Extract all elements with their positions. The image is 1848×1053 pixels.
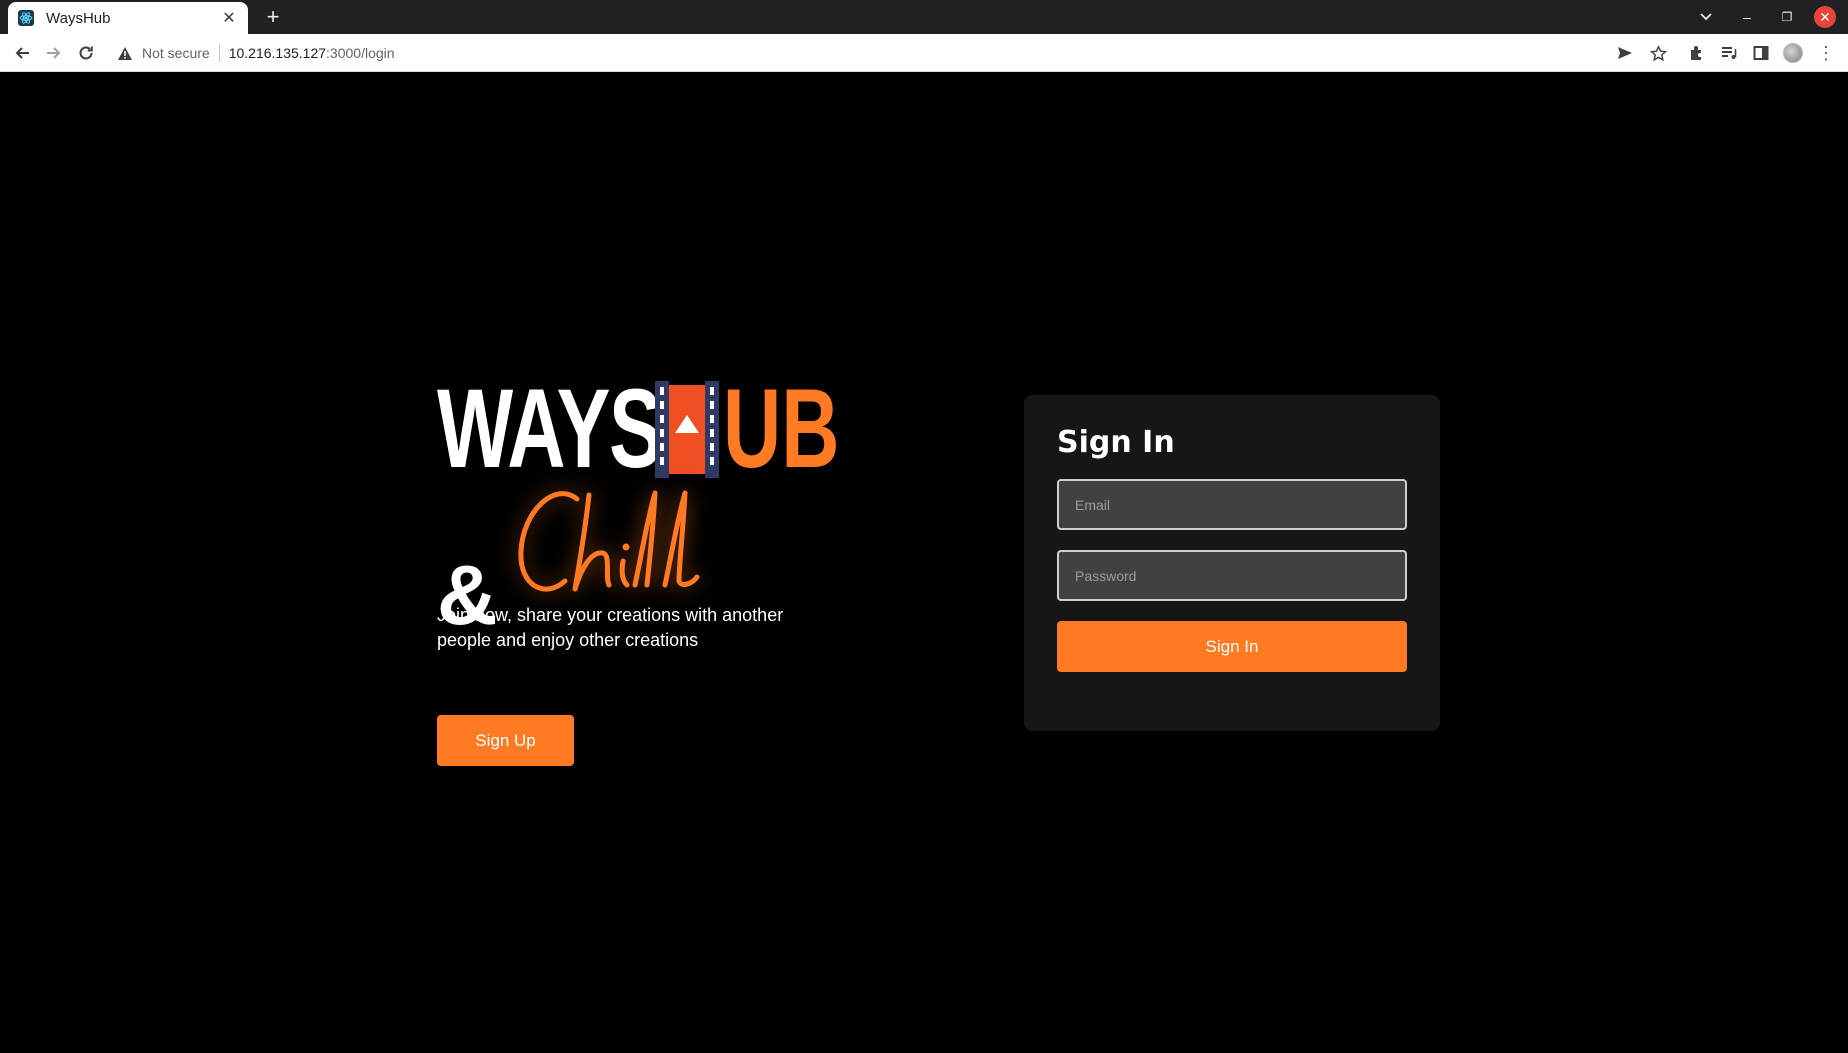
password-input[interactable] <box>1057 550 1407 601</box>
reload-icon[interactable] <box>72 40 100 66</box>
window-restore-icon[interactable]: ❐ <box>1773 0 1801 34</box>
side-panel-icon[interactable] <box>1747 40 1775 66</box>
extensions-puzzle-icon[interactable] <box>1683 40 1711 66</box>
tab-search-chevron-icon[interactable] <box>1692 0 1720 34</box>
email-input[interactable] <box>1057 479 1407 530</box>
bookmark-star-icon[interactable] <box>1644 40 1672 66</box>
omnibox-divider <box>218 44 220 62</box>
logo-word-ways: WAYS <box>437 366 663 491</box>
sign-up-button[interactable]: Sign Up <box>437 715 574 766</box>
back-arrow-icon[interactable] <box>8 40 36 66</box>
address-bar[interactable]: Not secure 10.216.135.127 :3000/login <box>108 38 1638 68</box>
sign-in-title: Sign In <box>1057 425 1175 460</box>
film-play-icon <box>655 381 719 478</box>
browser-menu-icon[interactable]: ⋮ <box>1812 40 1840 66</box>
login-page: WAYS UB & Join now, share your creations <box>0 73 1848 1053</box>
window-minimize-icon[interactable]: – <box>1733 0 1761 34</box>
sign-in-button[interactable]: Sign In <box>1057 621 1407 672</box>
react-favicon-icon <box>18 10 34 26</box>
url-host: 10.216.135.127 <box>228 45 327 61</box>
warning-triangle-icon <box>116 44 134 62</box>
browser-tab[interactable]: WaysHub ✕ <box>8 2 248 34</box>
tab-close-icon[interactable]: ✕ <box>220 8 238 28</box>
send-share-icon[interactable] <box>1611 40 1639 66</box>
window-close-icon[interactable]: ✕ <box>1812 0 1838 34</box>
logo-word-ub: UB <box>723 366 840 491</box>
url-path: :3000/login <box>326 45 395 61</box>
browser-tab-bar: WaysHub ✕ + – ❐ ✕ <box>0 0 1848 34</box>
sign-in-card: Sign In Sign In <box>1024 395 1440 731</box>
media-queue-icon[interactable] <box>1715 40 1743 66</box>
profile-avatar-icon[interactable] <box>1779 40 1807 66</box>
tab-title: WaysHub <box>46 9 111 27</box>
security-status-label[interactable]: Not secure <box>142 45 210 61</box>
new-tab-icon[interactable]: + <box>260 4 286 30</box>
forward-arrow-icon[interactable] <box>40 40 68 66</box>
browser-toolbar: Not secure 10.216.135.127 :3000/login ⋮ <box>0 34 1848 72</box>
tagline-text: Join now, share your creations with anot… <box>437 605 784 650</box>
logo-chill-script <box>518 490 700 592</box>
